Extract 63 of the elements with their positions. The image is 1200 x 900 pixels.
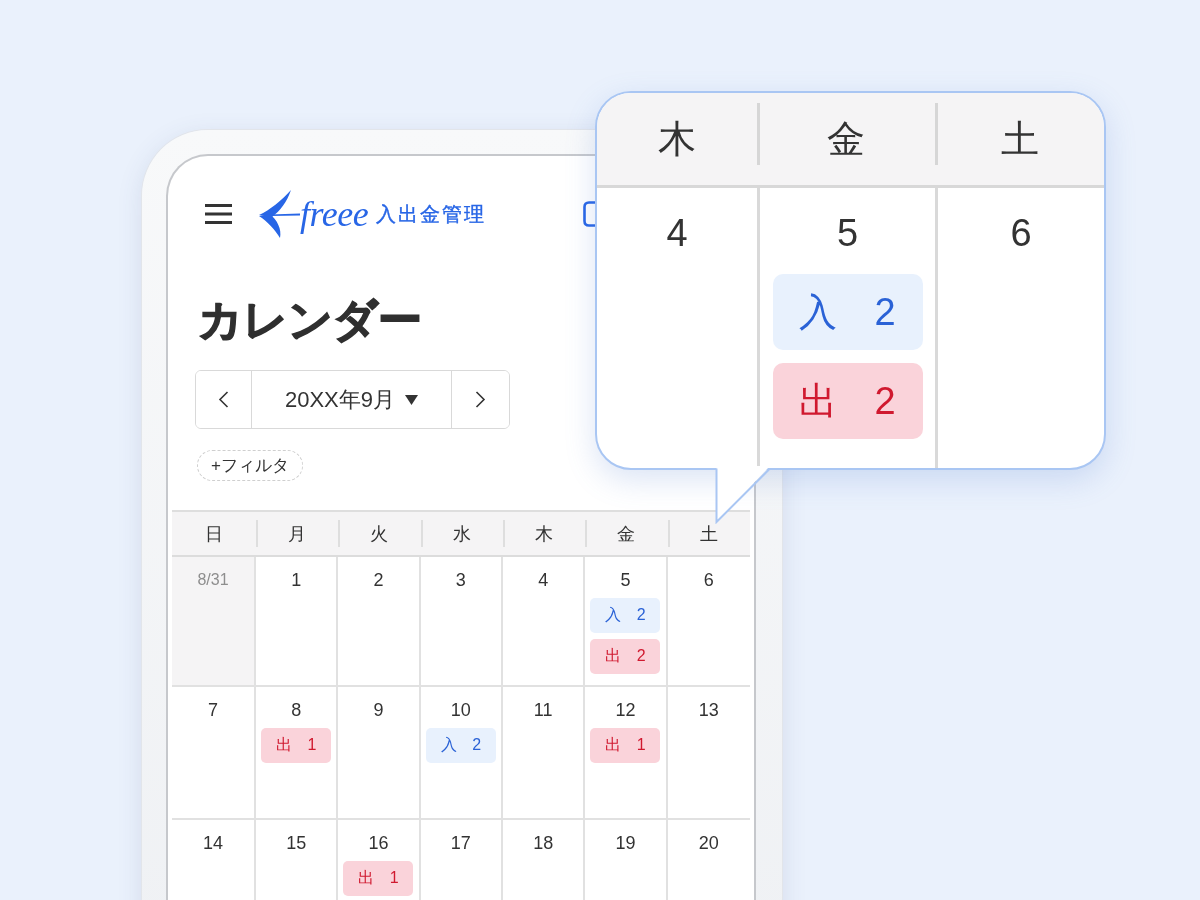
withdrawal-tag[interactable]: 出 1 [590, 728, 661, 763]
weekday-label: 木 [658, 117, 696, 162]
day-number: 5 [620, 569, 631, 592]
logo-text: freee [300, 193, 369, 236]
day-number: 18 [533, 832, 554, 855]
menu-icon[interactable] [205, 204, 232, 224]
day-number: 14 [203, 832, 223, 855]
day-number: 5 [836, 211, 859, 256]
weekday-label: 土 [1000, 117, 1039, 162]
weekday-label: 日 [205, 522, 223, 546]
day-number: 8 [291, 699, 302, 722]
day-number: 12 [615, 699, 636, 722]
withdrawal-tag[interactable]: 出 1 [261, 728, 332, 763]
weekday-label: 金 [617, 522, 636, 546]
weekday-label: 土 [699, 522, 718, 546]
caret-down-icon [405, 394, 419, 405]
bird-logo-icon [258, 190, 300, 238]
weekday-label: 金 [827, 117, 865, 162]
day-number: 13 [698, 699, 719, 722]
day-cell[interactable]: 7 [172, 687, 256, 820]
day-number: 6 [703, 569, 714, 592]
withdrawal-tag[interactable]: 出 2 [590, 639, 661, 674]
day-cell[interactable]: 5 入 2 出 2 [585, 557, 668, 687]
day-number: 1 [291, 569, 302, 592]
day-cell[interactable]: 2 [338, 557, 421, 687]
day-cell[interactable]: 11 [503, 687, 586, 820]
app-name: 入出金管理 [376, 202, 487, 227]
day-number: 17 [450, 832, 471, 855]
day-number: 3 [455, 569, 466, 592]
day-number: 11 [533, 699, 553, 722]
day-cell[interactable]: 9 [338, 687, 421, 820]
weekday-label: 水 [452, 522, 471, 546]
weekday-label: 火 [370, 522, 389, 546]
page-title: カレンダー [198, 294, 422, 346]
day-cell[interactable]: 4 [503, 557, 586, 687]
weekday-label: 木 [535, 522, 554, 546]
day-number: 7 [208, 699, 218, 722]
day-cell[interactable]: 8 出 1 [256, 687, 339, 820]
square-outline-icon[interactable] [583, 201, 595, 227]
day-number: 15 [286, 832, 307, 855]
day-cell[interactable]: 3 [420, 557, 503, 687]
weekday-label: 月 [288, 522, 307, 546]
add-filter-button[interactable]: +フィルタ [197, 450, 303, 481]
day-cell[interactable]: 1 [256, 557, 339, 687]
day-number: 9 [373, 699, 384, 722]
day-number: 19 [615, 832, 636, 855]
chevron-left-icon [218, 391, 229, 408]
day-number: 10 [450, 699, 471, 722]
day-cell[interactable]: 12 出 1 [585, 687, 668, 820]
deposit-tag[interactable]: 入 2 [425, 728, 496, 763]
day-number: 8/31 [197, 570, 229, 590]
withdrawal-tag[interactable]: 出 1 [343, 861, 414, 896]
day-number: 2 [373, 569, 384, 592]
day-number: 20 [698, 832, 719, 855]
day-number: 6 [1010, 211, 1032, 256]
day-number: 4 [666, 211, 688, 256]
chevron-right-icon [475, 391, 486, 408]
day-number: 16 [368, 832, 389, 855]
deposit-tag[interactable]: 入 2 [772, 274, 923, 350]
withdrawal-tag[interactable]: 出 2 [772, 363, 923, 439]
day-cell[interactable]: 10 入 2 [420, 687, 503, 820]
day-number: 4 [538, 569, 549, 592]
deposit-tag[interactable]: 入 2 [590, 598, 661, 633]
